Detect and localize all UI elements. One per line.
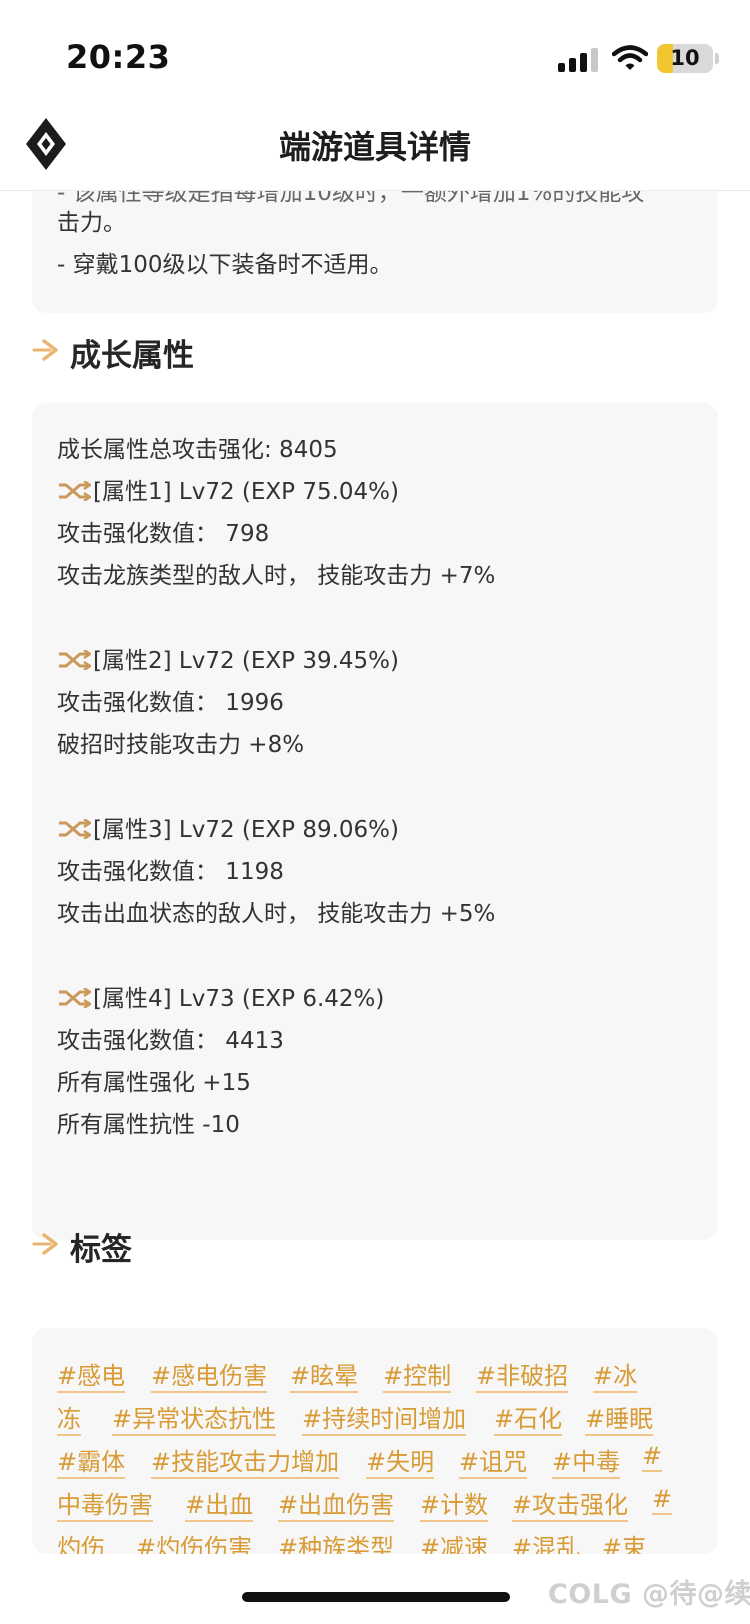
attribute-1-line: 攻击龙族类型的敌人时， 技能攻击力 +7% — [57, 563, 496, 589]
attribute-3-title: [属性3] Lv72 (EXP 89.06%) — [93, 817, 400, 843]
section-arrow-icon — [32, 1233, 58, 1255]
battery-percent: 10 — [670, 46, 700, 70]
section-arrow-icon — [32, 339, 58, 361]
attribute-4-title: [属性4] Lv73 (EXP 6.42%) — [93, 986, 385, 1012]
attribute-3-line: 攻击强化数值： 1198 — [57, 859, 284, 885]
home-indicator[interactable] — [242, 1592, 510, 1602]
tag-link[interactable]: #种族类型 — [278, 1528, 394, 1554]
shuffle-icon — [59, 650, 91, 670]
description-line: 击力。 — [57, 210, 126, 236]
tag-link[interactable]: #束 — [602, 1528, 646, 1554]
growth-section-title: 成长属性 — [70, 338, 194, 374]
tag-link[interactable]: #攻击强化 — [512, 1485, 629, 1522]
shuffle-icon — [59, 988, 91, 1008]
attribute-3-header: [属性3] Lv72 (EXP 89.06%) — [57, 810, 399, 844]
tag-link[interactable]: # — [652, 1485, 673, 1515]
shuffle-icon — [59, 819, 91, 839]
tag-link[interactable]: #感电伤害 — [151, 1356, 268, 1393]
attribute-1-title: [属性1] Lv72 (EXP 75.04%) — [93, 479, 400, 505]
tag-link[interactable]: #减速 — [420, 1528, 488, 1554]
attribute-3-line: 攻击出血状态的敌人时， 技能攻击力 +5% — [57, 901, 496, 927]
battery-icon: 10 — [657, 44, 713, 73]
tag-link[interactable]: #石化 — [494, 1399, 563, 1436]
status-bar: 20:23 10 — [0, 0, 750, 100]
tag-link[interactable]: #混乱 — [512, 1528, 580, 1554]
page-title: 端游道具详情 — [278, 128, 471, 166]
attribute-4-line: 所有属性抗性 -10 — [57, 1112, 240, 1138]
attribute-1-line: 攻击强化数值： 798 — [57, 521, 270, 547]
content-scroll[interactable]: - 该属性等级是指每增加10级时，一额外增加1%的技能攻 击力。 - 穿戴100… — [0, 100, 750, 1554]
wifi-icon — [612, 45, 648, 70]
tag-link[interactable]: 中毒伤害 — [57, 1485, 153, 1522]
tags-section-title: 标签 — [70, 1232, 132, 1268]
attribute-1-header: [属性1] Lv72 (EXP 75.04%) — [57, 472, 399, 506]
tag-link[interactable]: #控制 — [383, 1356, 452, 1393]
attribute-4-header: [属性4] Lv73 (EXP 6.42%) — [57, 979, 384, 1013]
tag-link[interactable]: #诅咒 — [459, 1442, 528, 1479]
tag-link[interactable]: 灼伤 — [57, 1528, 105, 1554]
battery-tip — [715, 53, 719, 64]
attribute-4-line: 攻击强化数值： 4413 — [57, 1028, 284, 1054]
tag-link[interactable]: # — [642, 1442, 663, 1472]
tag-link[interactable]: 冻 — [57, 1399, 81, 1436]
tags-card: #感电 #感电伤害 #眩晕 #控制 #非破招 #冰 冻 #异常状态抗性 #持续时… — [32, 1328, 718, 1554]
tag-link[interactable]: #异常状态抗性 — [112, 1399, 277, 1436]
signal-icon — [558, 48, 598, 72]
tag-link[interactable]: #失明 — [366, 1442, 435, 1479]
growth-total: 成长属性总攻击强化: 8405 — [57, 437, 338, 463]
tag-link[interactable]: #技能攻击力增加 — [151, 1442, 340, 1479]
attribute-2-line: 攻击强化数值： 1996 — [57, 690, 284, 716]
tag-link[interactable]: #灼伤伤害 — [136, 1528, 252, 1554]
shuffle-icon — [59, 481, 91, 501]
tag-link[interactable]: #睡眠 — [585, 1399, 654, 1436]
status-time: 20:23 — [66, 38, 171, 76]
tag-link[interactable]: #冰 — [593, 1356, 638, 1393]
tag-link[interactable]: #出血 — [185, 1485, 254, 1522]
description-line: - 穿戴100级以下装备时不适用。 — [57, 252, 393, 278]
tag-link[interactable]: #感电 — [57, 1356, 126, 1393]
attribute-2-title: [属性2] Lv72 (EXP 39.45%) — [93, 648, 400, 674]
tag-link[interactable]: #非破招 — [476, 1356, 569, 1393]
tag-link[interactable]: #霸体 — [57, 1442, 126, 1479]
attribute-4-line: 所有属性强化 +15 — [57, 1070, 251, 1096]
attribute-2-line: 破招时技能攻击力 +8% — [57, 732, 305, 758]
attribute-2-header: [属性2] Lv72 (EXP 39.45%) — [57, 641, 399, 675]
tag-link[interactable]: #出血伤害 — [278, 1485, 395, 1522]
tag-link[interactable]: #眩晕 — [290, 1356, 359, 1393]
tag-link[interactable]: #持续时间增加 — [302, 1399, 467, 1436]
nav-bar: 端游道具详情 — [0, 100, 750, 191]
tag-link[interactable]: #计数 — [420, 1485, 489, 1522]
tag-link[interactable]: #中毒 — [552, 1442, 621, 1479]
watermark: COLG @待@续 — [548, 1579, 750, 1610]
growth-card: 成长属性总攻击强化: 8405 [属性1] Lv72 (EXP 75.04%) … — [32, 403, 718, 1240]
